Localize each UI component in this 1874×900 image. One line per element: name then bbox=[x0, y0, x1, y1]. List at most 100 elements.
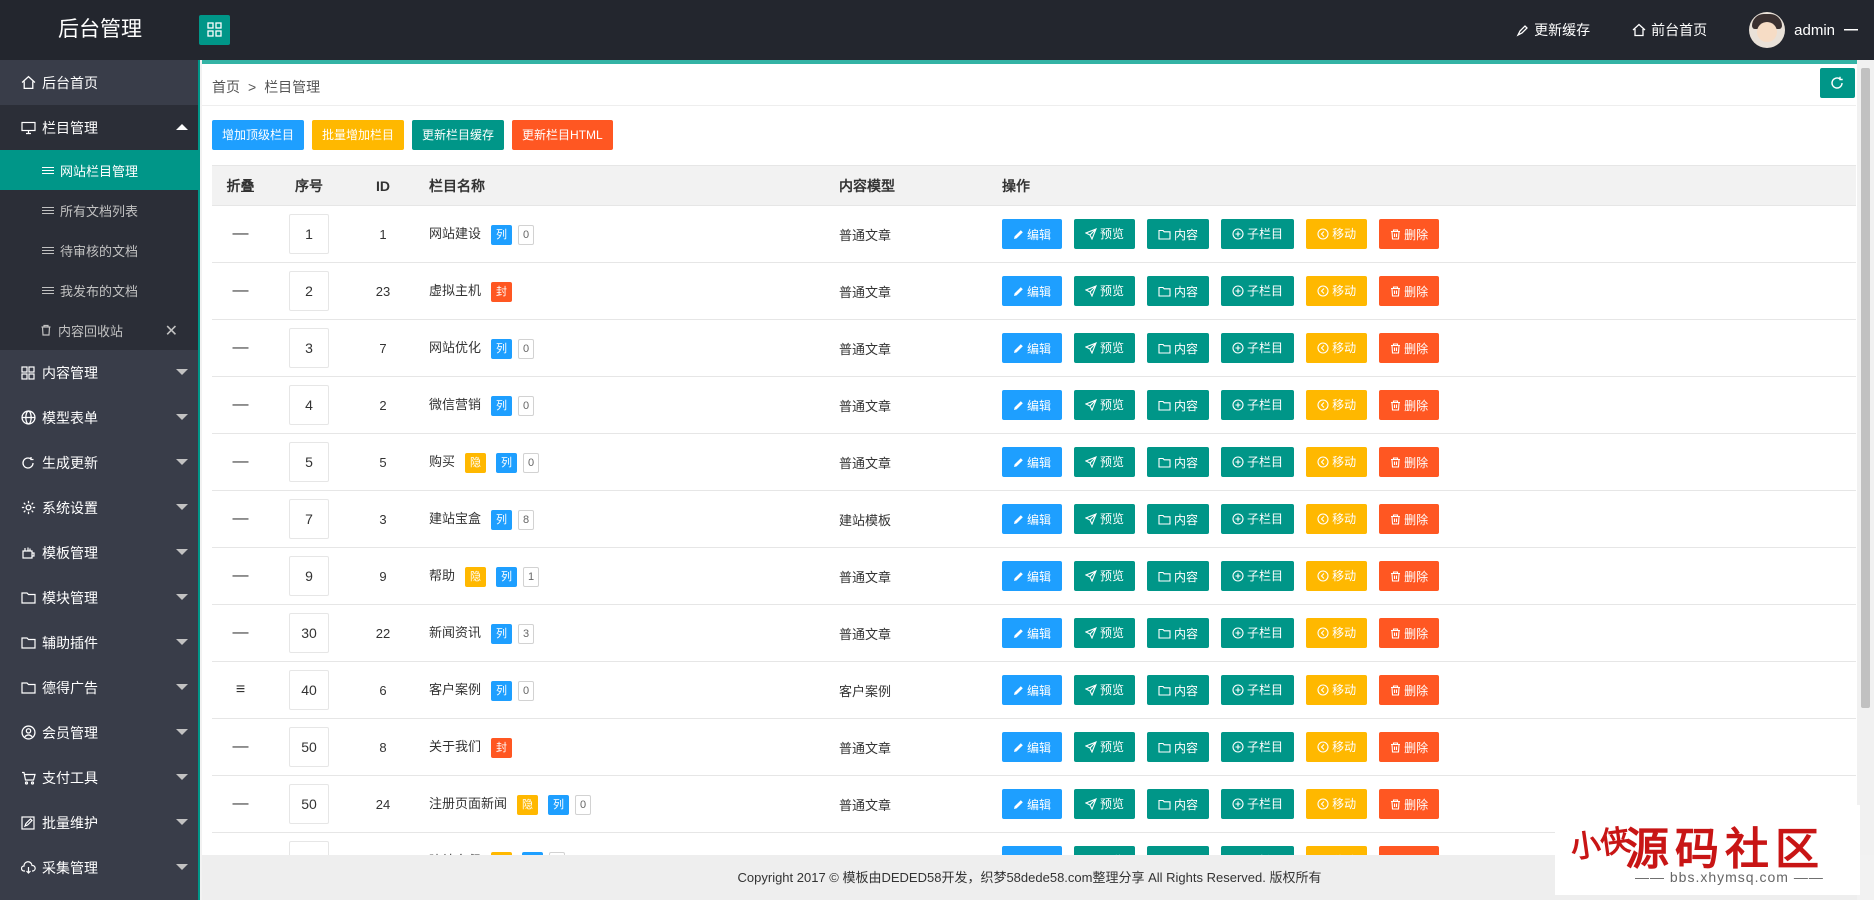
move-button[interactable]: 移动 bbox=[1306, 389, 1368, 420]
fold-toggle[interactable]: ≡ bbox=[212, 661, 269, 719]
front-home-link[interactable]: 前台首页 bbox=[1632, 20, 1707, 40]
preview-button[interactable]: 预览 bbox=[1074, 389, 1136, 420]
fold-toggle[interactable]: — bbox=[212, 775, 269, 833]
column-name[interactable]: 购买 bbox=[429, 454, 455, 469]
order-input[interactable]: 50 bbox=[289, 841, 329, 855]
add-subcolumn-button[interactable]: 子栏目 bbox=[1221, 275, 1295, 306]
content-button[interactable]: 内容 bbox=[1147, 219, 1210, 250]
fold-toggle[interactable]: — bbox=[212, 205, 269, 263]
column-name[interactable]: 网站优化 bbox=[429, 340, 481, 355]
edit-button[interactable]: 编辑 bbox=[1002, 390, 1063, 421]
add-subcolumn-button[interactable]: 子栏目 bbox=[1221, 674, 1295, 705]
column-name[interactable]: 建站宝盒 bbox=[429, 511, 481, 526]
content-button[interactable]: 内容 bbox=[1147, 333, 1210, 364]
sidebar-item-template-manage[interactable]: 模板管理 bbox=[0, 530, 200, 575]
move-button[interactable]: 移动 bbox=[1306, 503, 1368, 534]
preview-button[interactable]: 预览 bbox=[1074, 503, 1136, 534]
order-input[interactable]: 40 bbox=[289, 670, 329, 710]
column-name[interactable]: 帮助 bbox=[429, 568, 455, 583]
sidebar-subitem-my-docs[interactable]: 我发布的文档 bbox=[0, 270, 200, 310]
edit-button[interactable]: 编辑 bbox=[1002, 447, 1063, 478]
order-input[interactable]: 7 bbox=[289, 499, 329, 539]
sidebar-item-generate-update[interactable]: 生成更新 bbox=[0, 440, 200, 485]
add-subcolumn-button[interactable]: 子栏目 bbox=[1221, 218, 1295, 249]
content-button[interactable]: 内容 bbox=[1147, 789, 1210, 820]
delete-button[interactable]: 删除 bbox=[1379, 276, 1440, 307]
batch-add-column-button[interactable]: 批量增加栏目 bbox=[312, 120, 405, 150]
move-button[interactable]: 移动 bbox=[1306, 788, 1368, 819]
delete-button[interactable]: 删除 bbox=[1379, 789, 1440, 820]
column-name[interactable]: 微信营销 bbox=[429, 397, 481, 412]
fold-toggle[interactable]: — bbox=[212, 433, 269, 491]
update-column-html-button[interactable]: 更新栏目HTML bbox=[512, 120, 613, 150]
fold-toggle[interactable]: — bbox=[212, 832, 269, 855]
move-button[interactable]: 移动 bbox=[1306, 731, 1368, 762]
content-button[interactable]: 内容 bbox=[1147, 561, 1210, 592]
sidebar-item-admin-home[interactable]: 后台首页 bbox=[0, 60, 200, 105]
preview-button[interactable]: 预览 bbox=[1074, 218, 1136, 249]
edit-button[interactable]: 编辑 bbox=[1002, 333, 1063, 364]
fold-toggle[interactable]: — bbox=[212, 490, 269, 548]
preview-button[interactable]: 预览 bbox=[1074, 674, 1136, 705]
sidebar-item-payment-tools[interactable]: 支付工具 bbox=[0, 755, 200, 800]
delete-button[interactable]: 删除 bbox=[1379, 447, 1440, 478]
add-top-column-button[interactable]: 增加顶级栏目 bbox=[212, 120, 305, 150]
add-subcolumn-button[interactable]: 子栏目 bbox=[1221, 560, 1295, 591]
delete-button[interactable]: 删除 bbox=[1379, 675, 1440, 706]
move-button[interactable]: 移动 bbox=[1306, 560, 1368, 591]
content-button[interactable]: 内容 bbox=[1147, 846, 1210, 855]
sidebar-item-system-settings[interactable]: 系统设置 bbox=[0, 485, 200, 530]
add-subcolumn-button[interactable]: 子栏目 bbox=[1221, 503, 1295, 534]
order-input[interactable]: 4 bbox=[289, 385, 329, 425]
column-name[interactable]: 虚拟主机 bbox=[429, 283, 481, 298]
move-button[interactable]: 移动 bbox=[1306, 674, 1368, 705]
close-icon[interactable]: ✕ bbox=[165, 321, 178, 341]
fold-toggle[interactable]: — bbox=[212, 319, 269, 377]
delete-button[interactable]: 删除 bbox=[1379, 618, 1440, 649]
content-button[interactable]: 内容 bbox=[1147, 675, 1210, 706]
breadcrumb-home[interactable]: 首页 bbox=[212, 79, 240, 95]
update-column-cache-button[interactable]: 更新栏目缓存 bbox=[412, 120, 505, 150]
edit-button[interactable]: 编辑 bbox=[1002, 618, 1063, 649]
move-button[interactable]: 移动 bbox=[1306, 617, 1368, 648]
order-input[interactable]: 9 bbox=[289, 556, 329, 596]
fold-toggle[interactable]: — bbox=[212, 376, 269, 434]
order-input[interactable]: 50 bbox=[289, 727, 329, 767]
user-menu[interactable]: admin bbox=[1749, 12, 1858, 48]
edit-button[interactable]: 编辑 bbox=[1002, 219, 1063, 250]
sidebar-item-plugins[interactable]: 辅助插件 bbox=[0, 620, 200, 665]
scrollbar-thumb[interactable] bbox=[1861, 68, 1870, 708]
add-subcolumn-button[interactable]: 子栏目 bbox=[1221, 446, 1295, 477]
move-button[interactable]: 移动 bbox=[1306, 332, 1368, 363]
preview-button[interactable]: 预览 bbox=[1074, 788, 1136, 819]
sidebar-item-content-manage[interactable]: 内容管理 bbox=[0, 350, 200, 395]
add-subcolumn-button[interactable]: 子栏目 bbox=[1221, 389, 1295, 420]
preview-button[interactable]: 预览 bbox=[1074, 617, 1136, 648]
edit-button[interactable]: 编辑 bbox=[1002, 846, 1063, 855]
content-button[interactable]: 内容 bbox=[1147, 618, 1210, 649]
fold-toggle[interactable]: — bbox=[212, 262, 269, 320]
order-input[interactable]: 30 bbox=[289, 613, 329, 653]
sidebar-item-ads[interactable]: 德得广告 bbox=[0, 665, 200, 710]
edit-button[interactable]: 编辑 bbox=[1002, 504, 1063, 535]
preview-button[interactable]: 预览 bbox=[1074, 731, 1136, 762]
move-button[interactable]: 移动 bbox=[1306, 275, 1368, 306]
sidebar-item-member-manage[interactable]: 会员管理 bbox=[0, 710, 200, 755]
menu-toggle-button[interactable] bbox=[199, 15, 230, 45]
sidebar-item-batch-maintain[interactable]: 批量维护 bbox=[0, 800, 200, 845]
add-subcolumn-button[interactable]: 子栏目 bbox=[1221, 731, 1295, 762]
content-button[interactable]: 内容 bbox=[1147, 447, 1210, 478]
content-button[interactable]: 内容 bbox=[1147, 276, 1210, 307]
sidebar-item-model-form[interactable]: 模型表单 bbox=[0, 395, 200, 440]
edit-button[interactable]: 编辑 bbox=[1002, 789, 1063, 820]
page-scrollbar[interactable] bbox=[1857, 60, 1874, 855]
move-button[interactable]: 移动 bbox=[1306, 845, 1368, 855]
delete-button[interactable]: 删除 bbox=[1379, 219, 1440, 250]
preview-button[interactable]: 预览 bbox=[1074, 560, 1136, 591]
column-name[interactable]: 网站建设 bbox=[429, 226, 481, 241]
fold-toggle[interactable]: — bbox=[212, 718, 269, 776]
edit-button[interactable]: 编辑 bbox=[1002, 561, 1063, 592]
refresh-button[interactable] bbox=[1820, 68, 1855, 98]
add-subcolumn-button[interactable]: 子栏目 bbox=[1221, 788, 1295, 819]
delete-button[interactable]: 删除 bbox=[1379, 333, 1440, 364]
